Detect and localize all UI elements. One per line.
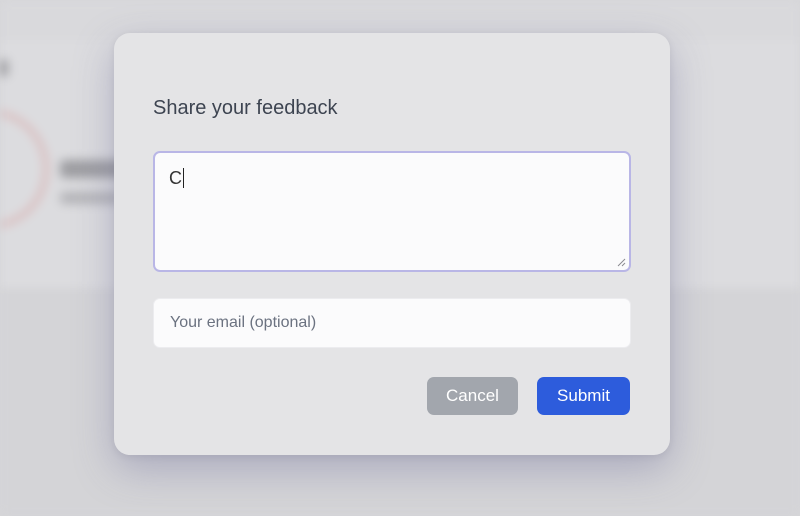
feedback-textarea[interactable]: C [153, 151, 631, 272]
email-input[interactable] [153, 298, 631, 348]
background-glyph [0, 60, 8, 76]
submit-button[interactable]: Submit [537, 377, 630, 415]
cancel-button[interactable]: Cancel [427, 377, 518, 415]
feedback-text-value: C [169, 167, 182, 188]
feedback-dialog: Share your feedback C Cancel Submit [114, 33, 670, 455]
dialog-title: Share your feedback [153, 97, 338, 119]
background-subtext-block [60, 192, 120, 204]
text-caret [183, 168, 184, 189]
resize-handle-icon[interactable] [616, 257, 626, 267]
